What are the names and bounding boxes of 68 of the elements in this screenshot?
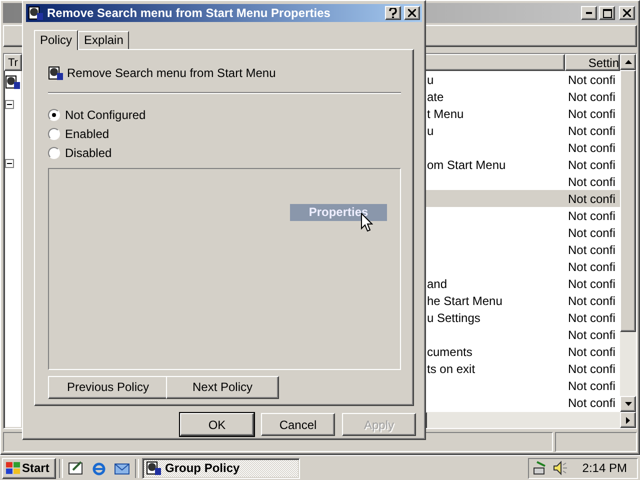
policy-name: he Start Menu <box>427 294 502 308</box>
task-button[interactable]: Group Policy <box>142 458 300 478</box>
dialog-button[interactable]: OK <box>180 413 254 436</box>
setting-state: Not confi <box>567 158 616 172</box>
close-icon <box>623 9 631 17</box>
setting-state: Not confi <box>567 124 616 138</box>
start-button[interactable]: Start <box>2 458 56 478</box>
setting-state: Not confi <box>567 276 616 290</box>
down-arrow-icon <box>624 402 632 406</box>
setting-state: Not confi <box>567 294 616 308</box>
maximize-button[interactable] <box>599 6 615 20</box>
close-button[interactable] <box>404 6 420 20</box>
policy-name: u Settings <box>427 310 480 324</box>
scrollbar[interactable] <box>620 54 636 412</box>
clock: 2:14 PM <box>582 461 627 475</box>
setting-state: Not confi <box>567 344 616 358</box>
policy-title: Remove Search menu from Start Menu <box>67 66 276 80</box>
dialog-button[interactable]: Cancel <box>261 413 335 436</box>
policy-name: cuments <box>427 344 472 358</box>
radio-button[interactable] <box>48 128 60 140</box>
window-title: Remove Search menu from Start Menu Properties <box>47 6 332 20</box>
option-label: Not Configured <box>65 108 146 122</box>
minimize-button[interactable] <box>581 6 597 20</box>
collapse-icon[interactable] <box>5 159 14 168</box>
setting-state: Not confi <box>567 106 616 120</box>
policy-name: t Menu <box>427 106 464 120</box>
policy-name: u <box>427 72 434 86</box>
policy-name: ate <box>427 90 444 104</box>
minimize-icon <box>586 12 592 14</box>
up-arrow-icon <box>624 60 632 64</box>
setting-state: Not confi <box>567 396 616 410</box>
setting-state: Not confi <box>567 90 616 104</box>
column-header[interactable]: Settin <box>565 54 620 71</box>
radio-button[interactable] <box>48 109 60 122</box>
nav-button[interactable]: Previous Policy <box>48 376 168 399</box>
setting-state: Not confi <box>567 310 616 324</box>
policy-name: u <box>427 124 434 138</box>
setting-state: Not confi <box>567 362 616 376</box>
setting-state: Not confi <box>567 226 616 240</box>
tab[interactable]: Explain <box>78 30 130 49</box>
close-button[interactable] <box>619 6 635 20</box>
help-icon <box>389 8 397 18</box>
column-header[interactable]: Tr <box>4 54 22 71</box>
option-label: Disabled <box>65 146 112 160</box>
help-button[interactable] <box>385 6 401 20</box>
windows-logo <box>6 462 20 474</box>
setting-state: Not confi <box>567 328 616 342</box>
drag-label: Properties <box>290 204 387 221</box>
policy-name: ts on exit <box>427 362 476 376</box>
collapse-icon[interactable] <box>5 100 14 109</box>
policy-icon <box>146 460 162 476</box>
policy-name: om Start Menu <box>427 158 506 172</box>
right-arrow-icon <box>626 416 630 424</box>
policy-name: and <box>427 276 448 290</box>
option-label: Enabled <box>65 127 110 142</box>
speaker-icon <box>552 460 568 476</box>
maximize-icon <box>602 8 612 18</box>
setting-state: Not confi <box>567 174 616 188</box>
policy-icon <box>28 4 44 21</box>
nav-button[interactable]: Next Policy <box>166 376 279 399</box>
close-icon <box>408 8 416 17</box>
setting-state: Not confi <box>567 242 616 256</box>
setting-state: Not confi <box>567 260 616 274</box>
setting-state: Not confi <box>567 72 616 86</box>
radio-button[interactable] <box>48 147 60 160</box>
policy-icon <box>48 64 64 81</box>
setting-state: Not confi <box>567 192 616 206</box>
tab[interactable]: Policy <box>34 30 78 50</box>
